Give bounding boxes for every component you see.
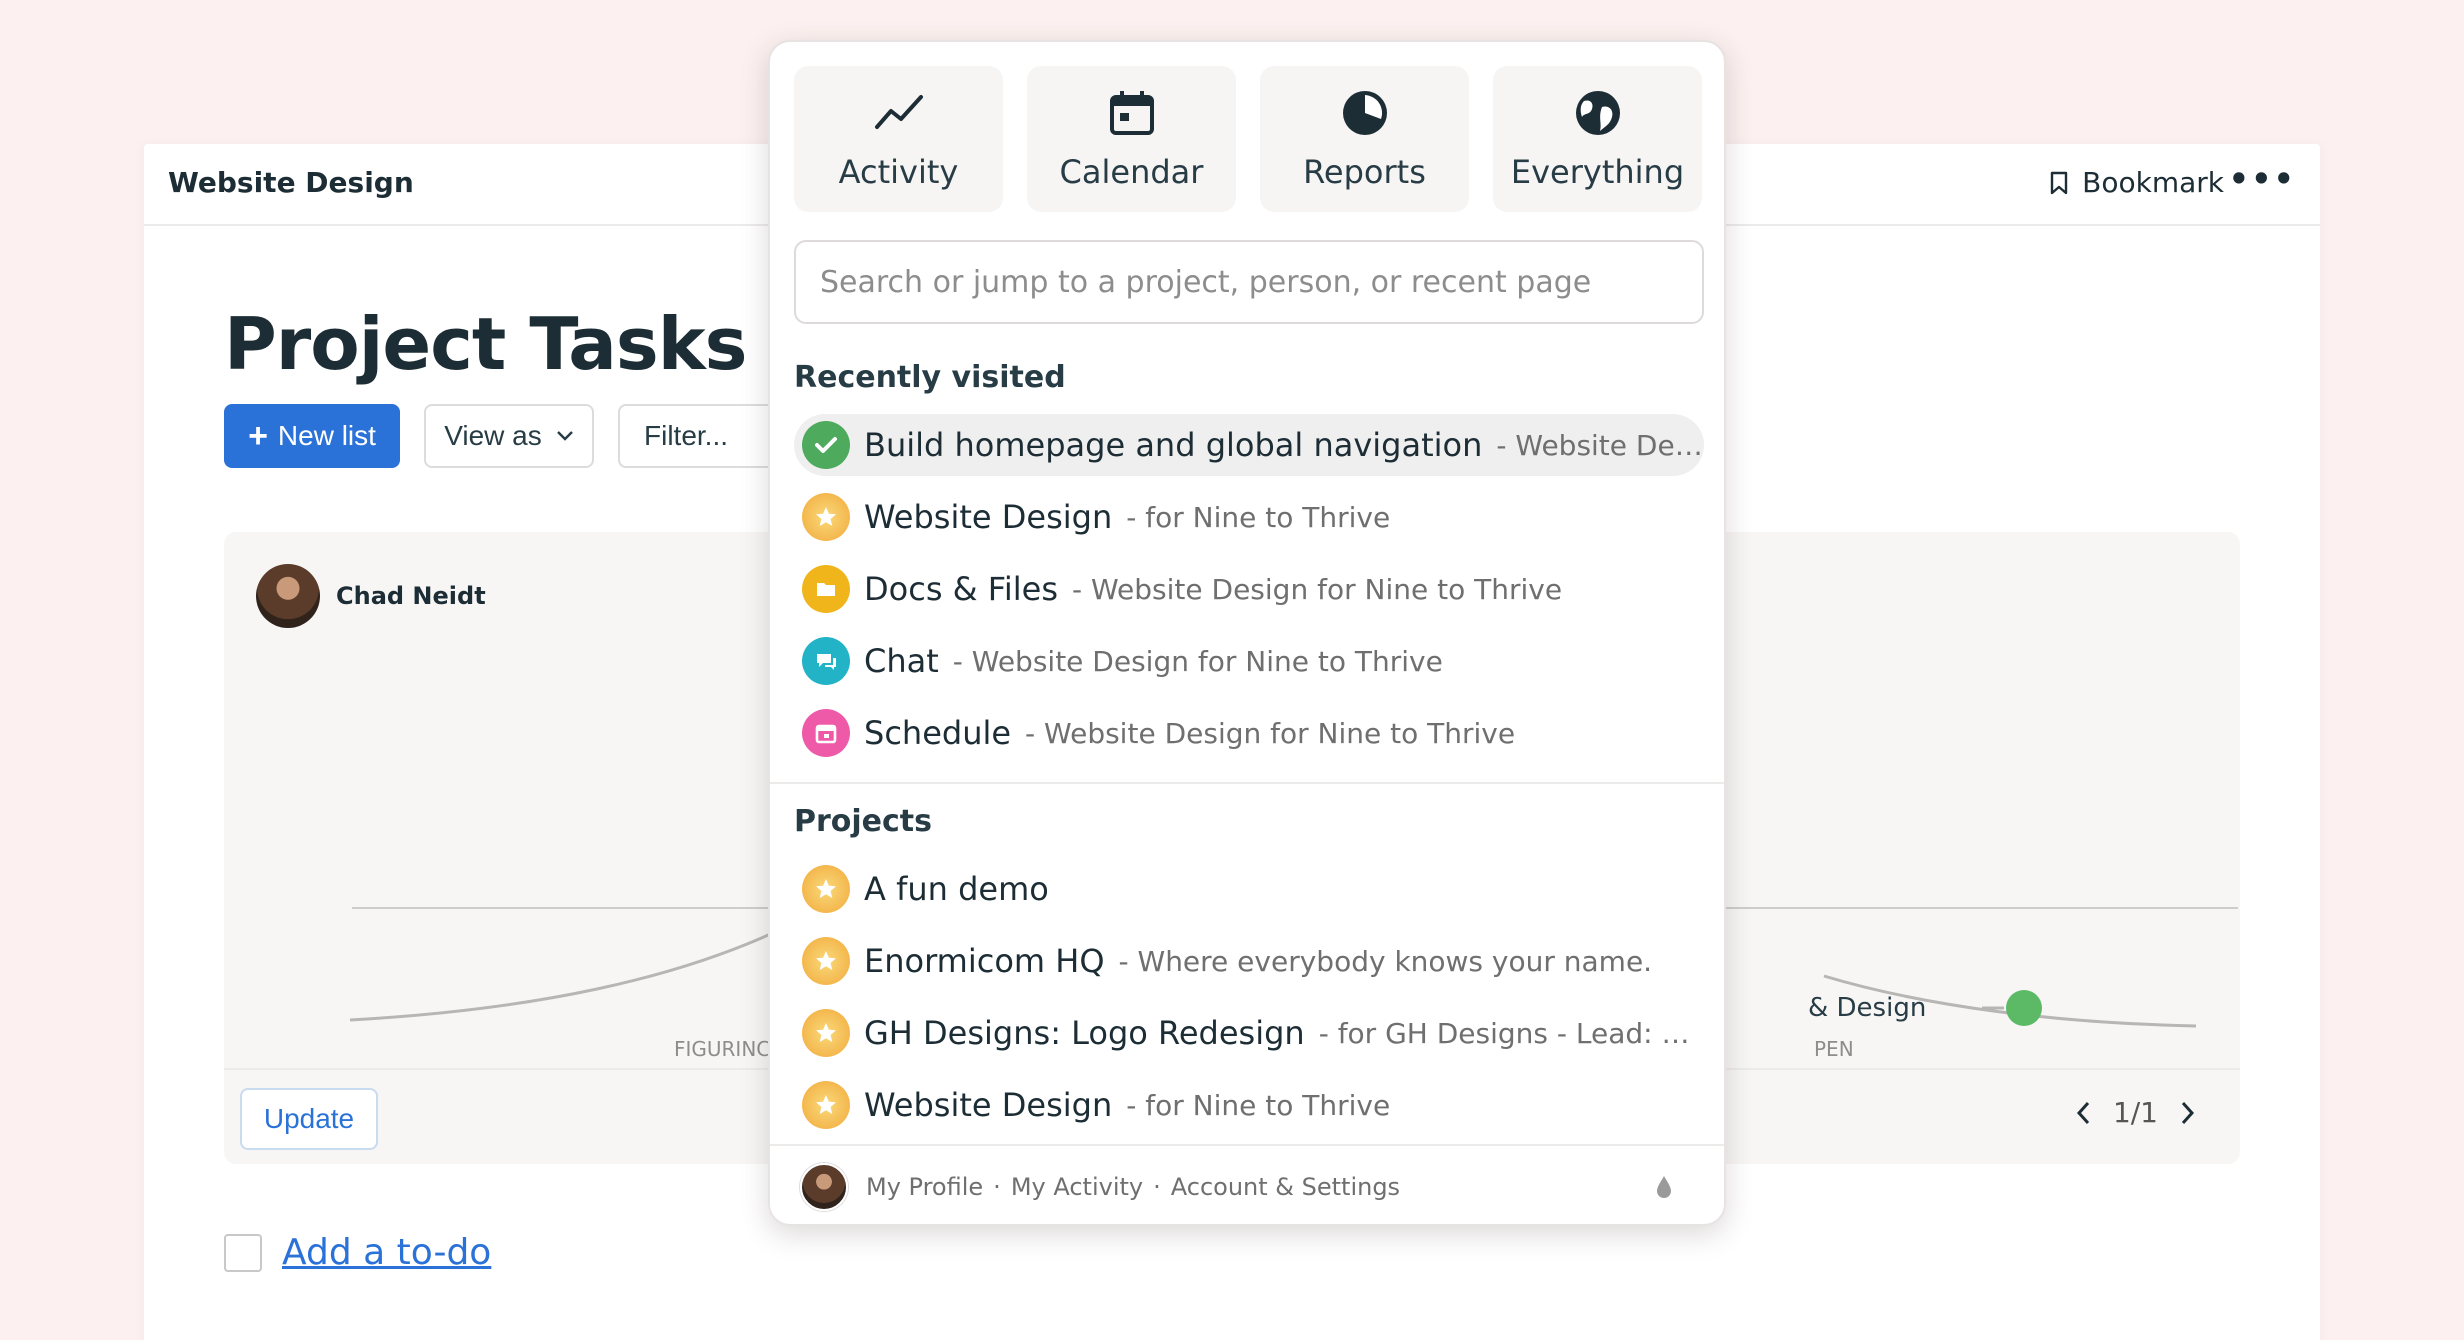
calendar-icon — [1109, 91, 1154, 135]
chevron-right-icon[interactable] — [2180, 1100, 2196, 1126]
check-icon — [802, 421, 850, 469]
plus-icon: + — [248, 416, 268, 455]
tile-reports-label: Reports — [1303, 153, 1426, 191]
footer-links: My Profile · My Activity · Account & Set… — [866, 1173, 1400, 1201]
recently-visited-title: Recently visited — [794, 360, 1066, 395]
project-item[interactable]: Website Design - for Nine to Thrive — [794, 1074, 1704, 1136]
schedule-icon — [802, 709, 850, 757]
tile-everything[interactable]: Everything — [1493, 66, 1702, 212]
project-item-name: GH Designs: Logo Redesign — [864, 1014, 1305, 1052]
avatar[interactable] — [800, 1163, 848, 1211]
project-item[interactable]: Enormicom HQ - Where everybody knows you… — [794, 930, 1704, 992]
pie-chart-icon — [1342, 91, 1387, 135]
projects-title: Projects — [794, 804, 933, 839]
recent-item-sub: - Website Design for Nine to Thrive — [1025, 716, 1516, 750]
folder-icon — [802, 565, 850, 613]
todo-checkbox[interactable] — [224, 1233, 262, 1272]
project-item[interactable]: GH Designs: Logo Redesign - for GH Desig… — [794, 1002, 1704, 1064]
tile-calendar[interactable]: Calendar — [1027, 66, 1236, 212]
project-item-name: A fun demo — [864, 870, 1049, 908]
recent-item-sub: - Website Design for Nine to Thrive — [1072, 572, 1563, 606]
recent-item[interactable]: Schedule - Website Design for Nine to Th… — [794, 702, 1704, 764]
chat-icon — [802, 637, 850, 685]
star-icon — [802, 865, 850, 913]
view-as-label: View as — [444, 420, 542, 451]
project-item-name: Enormicom HQ — [864, 942, 1105, 980]
add-todo-row: Add a to-do — [224, 1232, 491, 1273]
add-todo-link[interactable]: Add a to-do — [282, 1232, 491, 1273]
project-title[interactable]: Website Design — [168, 166, 414, 199]
tile-reports[interactable]: Reports — [1260, 66, 1469, 212]
star-icon — [802, 937, 850, 985]
recent-item-sub: - for Nine to Thrive — [1126, 500, 1391, 534]
tile-activity[interactable]: Activity — [794, 66, 1003, 212]
tile-activity-label: Activity — [838, 153, 959, 191]
new-list-button[interactable]: + New list — [224, 404, 400, 468]
recent-item-sub: - Website Design... — [1496, 428, 1704, 462]
globe-icon — [1575, 91, 1620, 135]
project-item-sub: - for GH Designs - Lead: Sofí... — [1318, 1016, 1704, 1050]
separator: · — [993, 1173, 1001, 1201]
star-icon — [802, 493, 850, 541]
jump-menu: Activity Calendar Reports Everything Sea… — [768, 40, 1726, 1226]
recent-item-name: Schedule — [864, 714, 1012, 752]
search-input[interactable] — [794, 240, 1704, 324]
update-button[interactable]: Update — [240, 1088, 378, 1150]
bookmark-icon — [2050, 171, 2068, 194]
my-activity-link[interactable]: My Activity — [1011, 1173, 1143, 1201]
bookmark-button[interactable]: Bookmark — [2048, 166, 2224, 199]
page-title: Project Tasks — [224, 302, 747, 386]
recent-item[interactable]: Docs & Files - Website Design for Nine t… — [794, 558, 1704, 620]
hill-axis-left-label: FIGURINC — [674, 1037, 770, 1061]
section-divider — [770, 782, 1724, 784]
page-counter: 1/1 — [2112, 1096, 2158, 1129]
tile-calendar-label: Calendar — [1059, 153, 1204, 191]
droplet-icon[interactable] — [1654, 1174, 1674, 1200]
recent-item[interactable]: Build homepage and global navigation - W… — [794, 414, 1704, 476]
hill-point-label: & Design — [1808, 993, 1926, 1023]
project-item[interactable]: A fun demo — [794, 858, 1704, 920]
hill-point[interactable] — [2006, 990, 2042, 1026]
recent-item-name: Chat — [864, 642, 939, 680]
recent-item-name: Build homepage and global navigation — [864, 426, 1483, 464]
view-as-dropdown[interactable]: View as — [424, 404, 594, 468]
star-icon — [802, 1009, 850, 1057]
chevron-down-icon — [556, 431, 573, 441]
hill-user: Chad Neidt — [256, 564, 486, 628]
hill-axis-right-label: PEN — [1814, 1037, 1854, 1061]
pager: 1/1 — [2075, 1096, 2196, 1129]
my-profile-link[interactable]: My Profile — [866, 1173, 983, 1201]
tile-everything-label: Everything — [1510, 153, 1685, 191]
account-settings-link[interactable]: Account & Settings — [1171, 1173, 1400, 1201]
chevron-left-icon[interactable] — [2075, 1100, 2091, 1126]
recent-item-sub: - Website Design for Nine to Thrive — [952, 644, 1443, 678]
nav-tiles: Activity Calendar Reports Everything — [794, 66, 1702, 212]
filter-label: Filter... — [644, 420, 729, 451]
project-item-name: Website Design — [864, 1086, 1113, 1124]
recent-item[interactable]: Chat - Website Design for Nine to Thrive — [794, 630, 1704, 692]
project-item-sub: - Where everybody knows your name. — [1118, 944, 1653, 978]
new-list-label: New list — [277, 420, 376, 451]
project-item-sub: - for Nine to Thrive — [1126, 1088, 1391, 1122]
recent-item[interactable]: Website Design - for Nine to Thrive — [794, 486, 1704, 548]
hill-user-name: Chad Neidt — [336, 582, 486, 610]
menu-footer: My Profile · My Activity · Account & Set… — [770, 1146, 1724, 1224]
recent-item-name: Website Design — [864, 498, 1113, 536]
star-icon — [802, 1081, 850, 1129]
avatar — [256, 564, 320, 628]
more-options-icon[interactable]: ••• — [2229, 160, 2296, 198]
bookmark-label: Bookmark — [2082, 166, 2224, 199]
activity-icon — [874, 95, 923, 129]
recent-item-name: Docs & Files — [864, 570, 1058, 608]
separator: · — [1153, 1173, 1161, 1201]
